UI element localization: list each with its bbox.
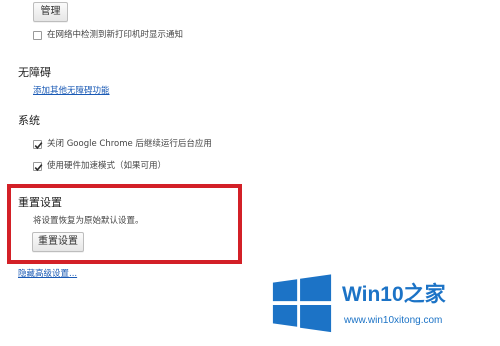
watermark-url: www.win10xitong.com <box>344 315 443 326</box>
windows-logo-icon <box>272 274 332 333</box>
reset-settings-title: 重置设置 <box>18 196 62 209</box>
reset-settings-description: 将设置恢复为原始默认设置。 <box>33 216 144 226</box>
new-printer-notify-label: 在网络中检测到新打印机时显示通知 <box>47 30 184 40</box>
watermark-brand-suffix: 之家 <box>403 283 446 306</box>
hardware-acceleration-label: 使用硬件加速模式（如果可用） <box>47 161 167 171</box>
accessibility-section-title: 无障碍 <box>18 66 51 79</box>
hide-advanced-settings-link[interactable]: 隐藏高级设置... <box>18 268 77 280</box>
watermark-brand: Win10之家 <box>342 283 446 307</box>
manage-printers-button[interactable]: 管理 <box>33 2 68 22</box>
add-accessibility-features-link[interactable]: 添加其他无障碍功能 <box>33 85 110 97</box>
watermark: Win10之家 www.win10xitong.com <box>262 268 498 344</box>
checkmark-icon <box>34 142 43 150</box>
new-printer-notify-checkbox[interactable] <box>33 31 42 40</box>
background-apps-label: 关闭 Google Chrome 后继续运行后台应用 <box>47 139 212 149</box>
reset-settings-button[interactable]: 重置设置 <box>32 232 84 252</box>
checkmark-icon <box>34 164 43 172</box>
background-apps-checkbox[interactable] <box>33 140 43 150</box>
system-section-title: 系统 <box>18 114 40 127</box>
hardware-acceleration-checkbox[interactable] <box>33 162 43 172</box>
watermark-brand-prefix: Win10 <box>342 283 404 306</box>
